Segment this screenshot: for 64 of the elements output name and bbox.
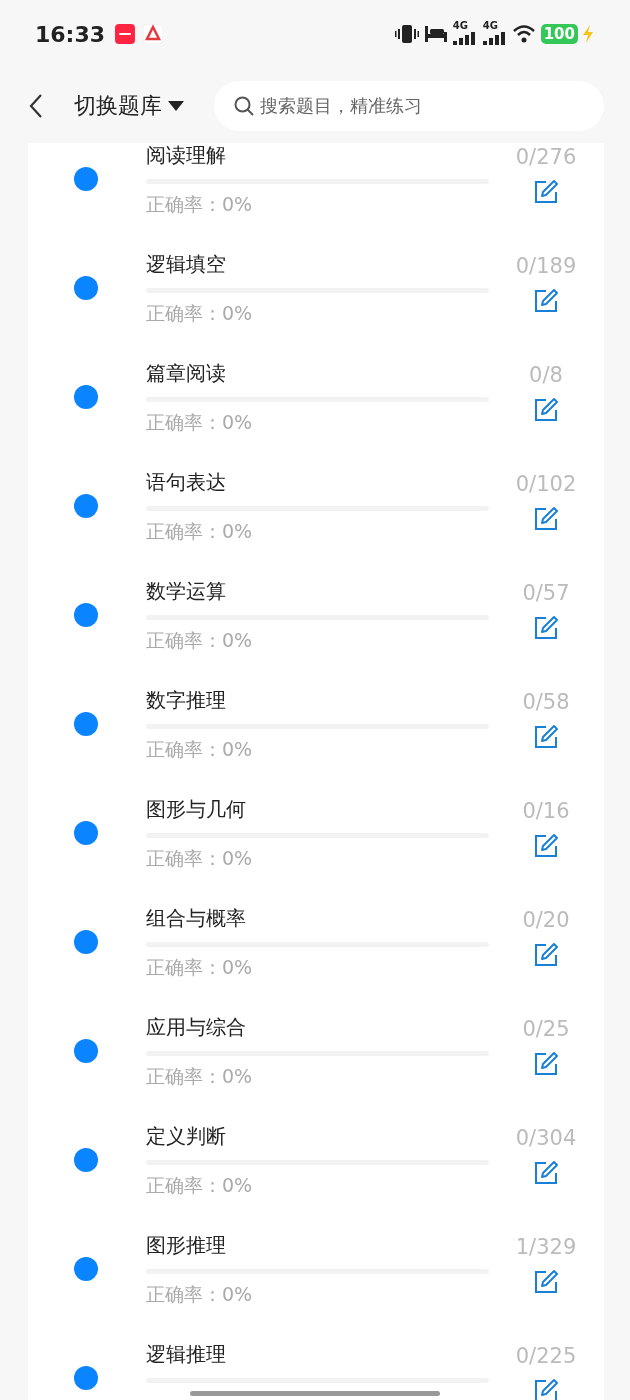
category-title[interactable]: 阅读理解 (146, 143, 489, 167)
bank-switch-button[interactable]: 切换题库 (74, 89, 184, 122)
back-icon[interactable] (28, 92, 44, 119)
network-type: 4G (452, 20, 468, 32)
accuracy-text: 正确率：0% (146, 1282, 254, 1306)
network-type: 4G (482, 20, 498, 32)
progress-count: 1/329 (515, 1234, 577, 1261)
category-title[interactable]: 应用与综合 (146, 1015, 489, 1039)
category-title[interactable]: 语句表达 (146, 470, 489, 494)
progress-count: 0/102 (515, 471, 577, 498)
progress-count: 0/8 (529, 362, 563, 389)
vibrate-icon (394, 25, 419, 43)
progress-count: 0/276 (515, 144, 577, 171)
edit-icon[interactable] (533, 615, 559, 641)
progress-count: 0/225 (515, 1343, 577, 1370)
battery-indicator: 100 (540, 24, 578, 44)
wifi-icon (512, 25, 535, 43)
progress-count: 0/25 (522, 1016, 570, 1043)
charging-icon (581, 25, 595, 43)
progress-count: 0/304 (515, 1125, 577, 1152)
edit-icon[interactable] (533, 1051, 559, 1077)
progress-count: 0/20 (522, 907, 570, 934)
edit-icon[interactable] (533, 942, 559, 968)
accuracy-text: 正确率：0% (146, 410, 254, 434)
app-icon (115, 24, 136, 44)
edit-icon[interactable] (533, 179, 559, 205)
app-icon (143, 24, 164, 44)
edit-icon[interactable] (533, 506, 559, 532)
category-title[interactable]: 图形与几何 (146, 797, 489, 821)
edit-icon[interactable] (533, 1378, 559, 1400)
progress-count: 0/57 (522, 580, 570, 607)
accuracy-text: 正确率：0% (146, 301, 254, 325)
progress-count: 0/58 (522, 689, 570, 716)
edit-icon[interactable] (533, 724, 559, 750)
category-title[interactable]: 逻辑推理 (146, 1342, 489, 1366)
status-time: 16:33 (35, 20, 106, 49)
accuracy-text: 正确率：0% (146, 955, 254, 979)
category-title[interactable]: 组合与概率 (146, 906, 489, 930)
search-field[interactable]: 搜索题目，精准练习 (214, 80, 604, 131)
progress-count: 0/189 (515, 253, 577, 280)
accuracy-text: 正确率：0% (146, 192, 254, 216)
progress-count: 0/16 (522, 798, 570, 825)
edit-icon[interactable] (533, 288, 559, 314)
category-title[interactable]: 篇章阅读 (146, 361, 489, 385)
category-title[interactable]: 数字推理 (146, 688, 489, 712)
category-title[interactable]: 图形推理 (146, 1233, 489, 1257)
accuracy-text: 正确率：0% (146, 628, 254, 652)
signal-icon (452, 32, 477, 45)
accuracy-text: 正确率：0% (146, 519, 254, 543)
category-title[interactable]: 逻辑填空 (146, 252, 489, 276)
accuracy-text: 正确率：0% (146, 1064, 254, 1088)
accuracy-text: 正确率：0% (146, 1173, 254, 1197)
edit-icon[interactable] (533, 1160, 559, 1186)
category-title[interactable]: 定义判断 (146, 1124, 489, 1148)
bed-icon (424, 26, 447, 42)
edit-icon[interactable] (533, 1269, 559, 1295)
accuracy-text: 正确率：0% (146, 737, 254, 761)
caret-icon (168, 100, 184, 111)
edit-icon[interactable] (533, 833, 559, 859)
search-icon (234, 95, 254, 116)
signal-icon (482, 32, 507, 45)
edit-icon[interactable] (533, 397, 559, 423)
accuracy-text: 正确率：0% (146, 846, 254, 870)
category-title[interactable]: 数学运算 (146, 579, 489, 603)
